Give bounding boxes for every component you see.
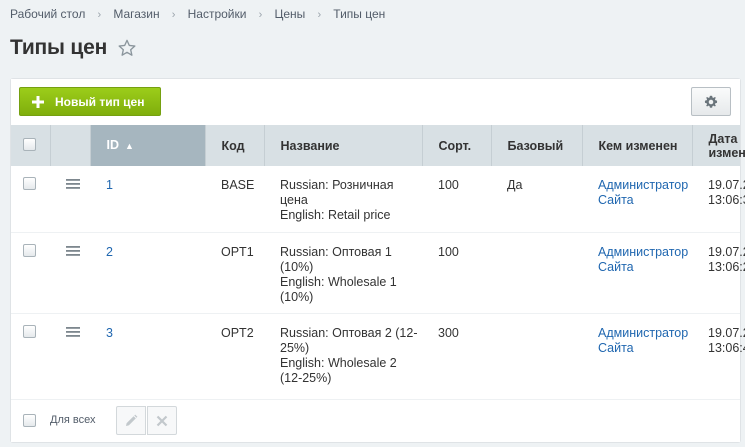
row-checkbox[interactable] <box>23 324 36 338</box>
menu-icon[interactable] <box>66 326 80 338</box>
actions-header <box>49 125 90 166</box>
breadcrumb-separator-icon: › <box>258 9 263 21</box>
breadcrumb-separator-icon: › <box>171 9 176 21</box>
row-modified-time: 13:06:31 <box>708 193 745 207</box>
edit-selected-button[interactable] <box>116 406 146 435</box>
add-price-type-button[interactable]: Новый тип цен <box>19 87 162 116</box>
row-sort: 100 <box>438 244 459 259</box>
column-header-code[interactable]: Код <box>204 125 264 166</box>
breadcrumb-item-prices[interactable]: Цены <box>274 7 305 21</box>
row-modified-date: 19.07.2018 <box>708 178 745 192</box>
row-checkbox[interactable] <box>23 243 36 257</box>
row-modified-by-link[interactable]: Администратор Сайта <box>598 245 688 274</box>
column-header-modified-by-label: Кем изменен <box>598 138 678 153</box>
row-checkbox[interactable] <box>23 177 36 190</box>
row-modified-time: 13:06:40 <box>708 340 745 355</box>
column-header-base[interactable]: Базовый <box>490 125 582 166</box>
table-header-row: ID ▲ Код Название Сорт. Базовый Кем измен… <box>11 125 745 166</box>
apply-to-all-label: Для всех <box>50 414 96 426</box>
column-header-sort-label: Сорт. <box>438 138 472 153</box>
row-code: OPT1 <box>221 244 254 259</box>
sort-asc-icon: ▲ <box>125 140 134 151</box>
row-name-ru: Russian: Оптовая 2 (12-25%) <box>280 325 418 355</box>
table-row: 1 BASE Russian: Розничная цена English: R… <box>11 166 745 233</box>
column-header-modified-date-label: Дата изменения <box>708 131 745 160</box>
table-row: 2 OPT1 Russian: Оптовая 1 (10%) English: … <box>11 232 745 314</box>
row-code: BASE <box>221 178 255 192</box>
close-icon <box>156 415 168 426</box>
breadcrumb-separator-icon: › <box>317 9 322 21</box>
row-name-ru: Russian: Розничная цена <box>280 178 394 207</box>
gear-icon <box>704 95 718 108</box>
settings-button[interactable] <box>691 87 731 116</box>
pencil-icon <box>126 414 138 426</box>
delete-selected-button[interactable] <box>147 406 177 435</box>
row-modified-date: 19.07.2018 <box>708 244 745 259</box>
column-header-name[interactable]: Название <box>263 125 422 166</box>
apply-to-all-checkbox[interactable] <box>23 414 36 427</box>
column-header-code-label: Код <box>221 138 245 153</box>
row-id-link[interactable]: 3 <box>106 326 113 340</box>
row-modified-by-link[interactable]: Администратор Сайта <box>598 326 688 355</box>
select-all-header <box>11 125 50 166</box>
select-all-checkbox[interactable] <box>23 137 36 151</box>
row-modified-by-link[interactable]: Администратор Сайта <box>598 178 688 207</box>
star-icon[interactable] <box>118 39 136 57</box>
row-base: Да <box>507 178 523 192</box>
table-row: 3 OPT2 Russian: Оптовая 2 (12-25%) Englis… <box>11 313 745 402</box>
row-sort: 300 <box>438 325 459 340</box>
plus-icon <box>32 95 44 108</box>
column-header-name-label: Название <box>280 138 340 153</box>
title-row: Типы цен <box>10 36 136 60</box>
row-sort: 100 <box>438 178 459 192</box>
row-modified-time: 13:06:25 <box>708 259 745 274</box>
row-id-link[interactable]: 1 <box>106 178 113 192</box>
row-name-en: English: Wholesale 1 (10%) <box>280 274 397 304</box>
menu-icon[interactable] <box>66 245 80 257</box>
breadcrumb-item-desktop[interactable]: Рабочий стол <box>10 7 85 21</box>
menu-icon[interactable] <box>66 178 80 190</box>
breadcrumb: Рабочий стол › Магазин › Настройки › Цены › Типы… <box>10 7 385 21</box>
row-name-en: English: Wholesale 2 (12-25%) <box>280 355 397 385</box>
column-header-id[interactable]: ID ▲ <box>89 125 205 166</box>
row-name-ru: Russian: Оптовая 1 (10%) <box>280 244 392 274</box>
row-id-link[interactable]: 2 <box>106 245 113 259</box>
breadcrumb-item-shop[interactable]: Магазин <box>113 7 159 21</box>
row-name-en: English: Retail price <box>280 208 391 222</box>
breadcrumb-item-settings[interactable]: Настройки <box>188 7 247 21</box>
price-types-table: ID ▲ Код Название Сорт. Базовый Кем измен… <box>11 125 745 402</box>
column-header-id-label: ID <box>106 138 120 153</box>
breadcrumb-item-price-types[interactable]: Типы цен <box>333 7 385 21</box>
price-types-panel: Новый тип цен ID ▲ Код Название Сорт. Баз… <box>10 78 745 443</box>
row-code: OPT2 <box>221 325 254 340</box>
column-header-modified-date[interactable]: Дата изменения <box>691 125 745 166</box>
page-title: Типы цен <box>10 36 108 59</box>
add-price-type-label: Новый тип цен <box>55 94 145 109</box>
row-modified-date: 19.07.2018 <box>708 325 745 340</box>
column-header-base-label: Базовый <box>507 138 564 153</box>
column-header-sort[interactable]: Сорт. <box>421 125 491 166</box>
breadcrumb-separator-icon: › <box>97 9 102 21</box>
table-footer: Для всех <box>11 399 740 442</box>
column-header-modified-by[interactable]: Кем изменен <box>581 125 692 166</box>
toolbar: Новый тип цен <box>11 79 740 125</box>
